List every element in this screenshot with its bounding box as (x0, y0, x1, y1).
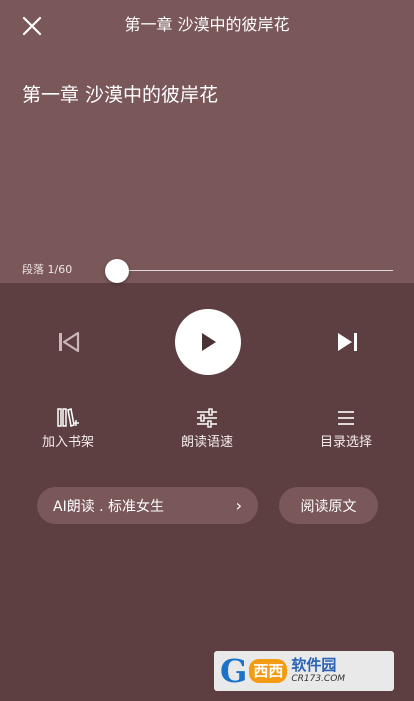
paragraph-progress-label: 段落 1/60 (22, 263, 73, 276)
add-to-shelf-label: 加入书架 (41, 435, 94, 450)
watermark-logo-g: G (220, 652, 248, 690)
menu-list-icon (335, 406, 357, 430)
site-watermark: G 西西 软件园 CR173.COM (214, 651, 394, 691)
ai-voice-selector-button[interactable]: AI朗读 . 标准女生 › (37, 487, 258, 524)
previous-button[interactable] (55, 328, 83, 356)
play-icon (202, 333, 216, 351)
speed-adjust-icon (195, 406, 219, 430)
chapter-title: 第一章 沙漠中的彼岸花 (22, 84, 219, 106)
header-title: 第一章 沙漠中的彼岸花 (124, 15, 290, 34)
read-original-button[interactable]: 阅读原文 (279, 487, 378, 524)
reading-speed-label: 朗读语速 (180, 435, 233, 450)
paragraph-slider-thumb[interactable] (105, 259, 129, 283)
read-original-label: 阅读原文 (300, 498, 357, 515)
table-of-contents-label: 目录选择 (319, 435, 372, 450)
skip-previous-icon (59, 331, 80, 353)
ai-voice-label: AI朗读 . 标准女生 (53, 498, 165, 515)
paragraph-slider-track[interactable] (117, 270, 393, 271)
chevron-right-icon: › (235, 495, 242, 515)
add-to-shelf-icon (56, 406, 80, 430)
watermark-main-text: 软件园 (291, 656, 337, 674)
add-to-shelf-button[interactable]: 加入书架 (20, 406, 116, 452)
skip-next-icon (338, 333, 357, 351)
next-button[interactable] (333, 328, 361, 356)
watermark-sub-text: CR173.COM (291, 674, 346, 684)
reading-speed-button[interactable]: 朗读语速 (159, 406, 255, 452)
play-button[interactable] (175, 309, 241, 375)
top-panel (0, 0, 414, 283)
watermark-badge: 西西 (249, 659, 288, 683)
table-of-contents-button[interactable]: 目录选择 (298, 406, 394, 452)
